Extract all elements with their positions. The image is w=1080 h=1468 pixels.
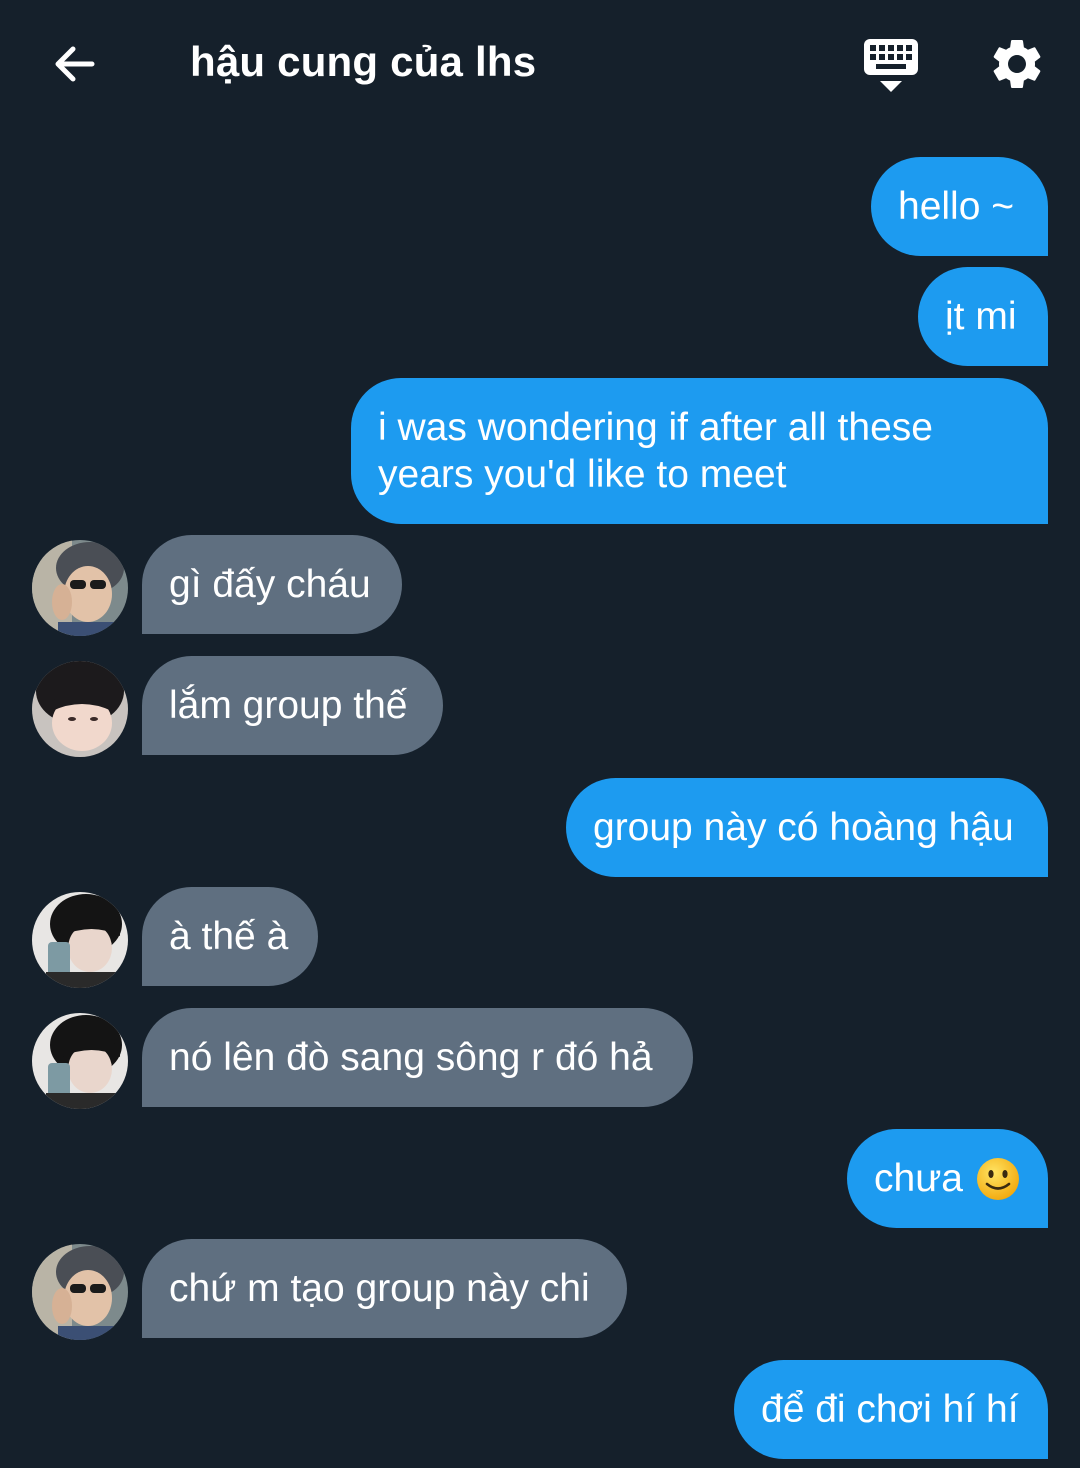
slightly-smiling-face-emoji: [977, 1157, 1019, 1200]
incoming-message[interactable]: nó lên đò sang sông r đó hả: [142, 1008, 693, 1107]
message-text: hello ~: [898, 185, 1015, 228]
incoming-message[interactable]: lắm group thế: [142, 656, 443, 755]
avatar[interactable]: [32, 1244, 128, 1340]
message-text-line: i was wondering if after all these: [378, 406, 933, 449]
avatar-photo-user-c: [32, 1013, 128, 1109]
avatar[interactable]: [32, 540, 128, 636]
avatar[interactable]: [32, 661, 128, 757]
gear-icon: [993, 39, 1041, 88]
outgoing-message[interactable]: group này có hoàng hậu: [566, 778, 1048, 877]
arrow-left-icon: [55, 46, 95, 82]
outgoing-message[interactable]: ịt mi: [918, 267, 1048, 366]
keyboard-icon: [864, 39, 918, 92]
chat-header: hậu cung của lhs: [0, 0, 1080, 125]
message-text: nó lên đò sang sông r đó hả: [169, 1036, 653, 1079]
incoming-message[interactable]: gì đấy cháu: [142, 535, 402, 634]
message-text: để đi chơi hí hí: [761, 1388, 1019, 1431]
message-text: gì đấy cháu: [169, 563, 371, 606]
avatar-photo-user-c: [32, 892, 128, 988]
message-text: lắm group thế: [169, 684, 408, 727]
message-text: chứ m tạo group này chi: [169, 1267, 590, 1310]
message-text: ịt mi: [945, 295, 1017, 338]
avatar[interactable]: [32, 892, 128, 988]
incoming-message[interactable]: à thế à: [142, 887, 318, 986]
outgoing-message[interactable]: i was wondering if after all these years…: [351, 378, 1048, 524]
avatar-photo-user-a: [32, 1244, 128, 1340]
back-button[interactable]: [46, 36, 102, 92]
keyboard-toggle-button[interactable]: [860, 36, 922, 96]
message-text: group này có hoàng hậu: [593, 806, 1014, 849]
message-text-line: years you'd like to meet: [378, 453, 787, 496]
outgoing-message[interactable]: để đi chơi hí hí: [734, 1360, 1048, 1459]
settings-button[interactable]: [986, 34, 1048, 94]
message-text: chưa: [874, 1157, 963, 1200]
outgoing-message[interactable]: chưa: [847, 1129, 1048, 1228]
incoming-message[interactable]: chứ m tạo group này chi: [142, 1239, 627, 1338]
outgoing-message[interactable]: hello ~: [871, 157, 1048, 256]
avatar-photo-user-a: [32, 540, 128, 636]
avatar-photo-user-b: [32, 661, 128, 757]
conversation-title: hậu cung của lhs: [190, 38, 537, 85]
avatar[interactable]: [32, 1013, 128, 1109]
message-text: à thế à: [169, 915, 289, 958]
